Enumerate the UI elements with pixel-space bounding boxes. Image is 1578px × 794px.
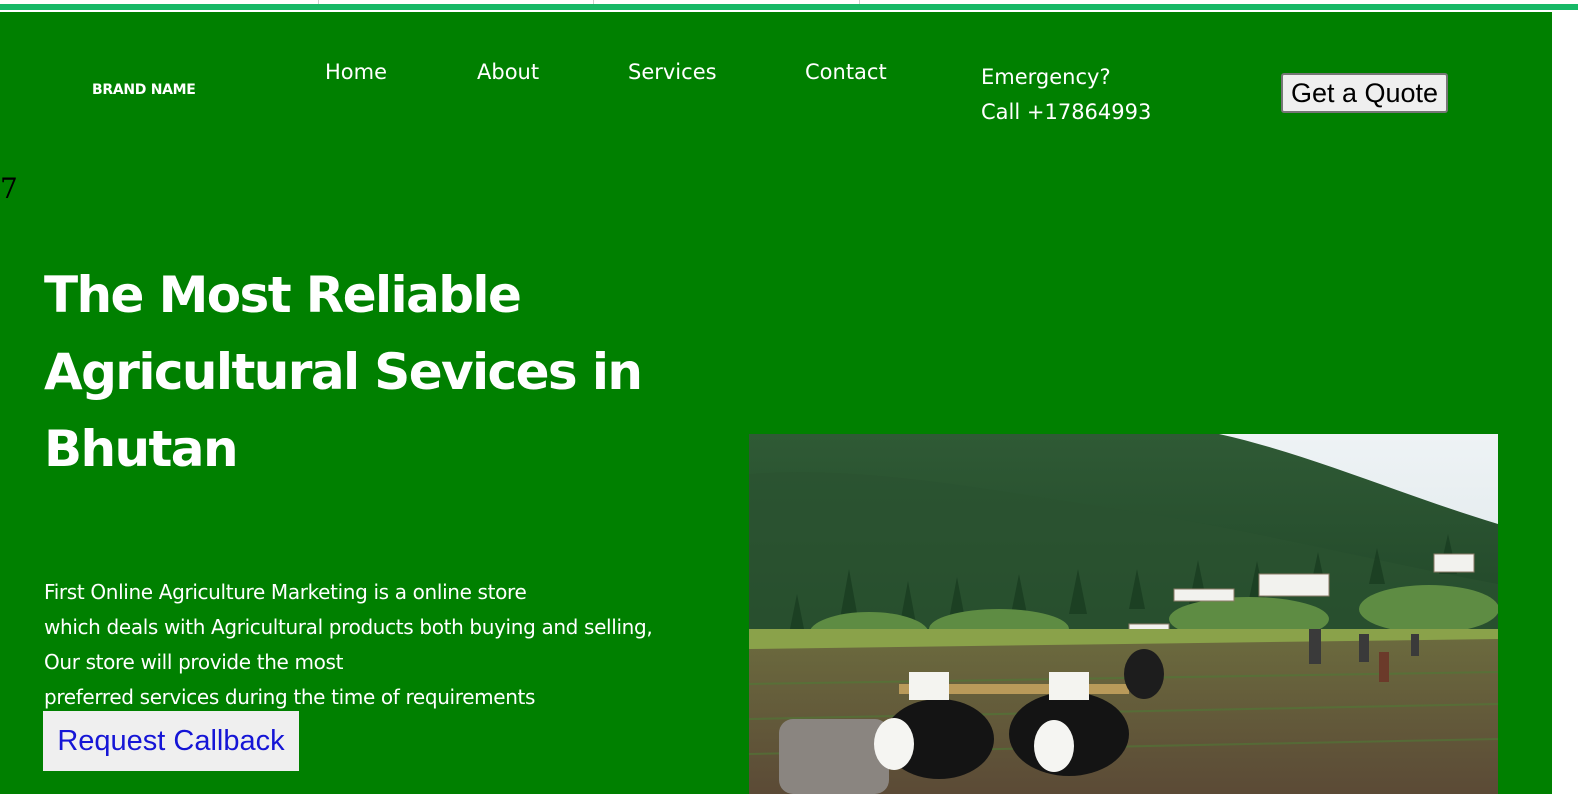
nav-link-home[interactable]: Home — [325, 60, 387, 84]
hero-image — [749, 434, 1498, 794]
hero-description-line: which deals with Agricultural products b… — [44, 615, 653, 639]
hero-title: The Most Reliable Agricultural Sevices i… — [44, 266, 643, 478]
emergency-contact: Emergency? Call +17864993 — [981, 60, 1151, 130]
nav-link-services[interactable]: Services — [628, 60, 717, 84]
top-progress-strip — [0, 0, 1578, 12]
nav-link-about[interactable]: About — [477, 60, 539, 84]
nav-link-contact[interactable]: Contact — [805, 60, 887, 84]
request-callback-button[interactable]: Request Callback — [43, 711, 299, 771]
get-a-quote-button[interactable]: Get a Quote — [1281, 73, 1448, 113]
brand-logo[interactable]: BRAND NAME — [92, 82, 196, 98]
emergency-label: Emergency? — [981, 65, 1111, 89]
hero-description-line: preferred services during the time of re… — [44, 685, 536, 709]
page: BRAND NAME Home About Services Contact E… — [0, 12, 1552, 794]
emergency-phone[interactable]: Call +17864993 — [981, 95, 1151, 130]
stray-text: 7 — [0, 172, 18, 205]
hero-description-line: Our store will provide the most — [44, 650, 344, 674]
hero-description-line: First Online Agriculture Marketing is a … — [44, 580, 527, 604]
hero-description: First Online Agriculture Marketing is a … — [44, 575, 653, 715]
top-accent-bar — [0, 4, 1578, 10]
